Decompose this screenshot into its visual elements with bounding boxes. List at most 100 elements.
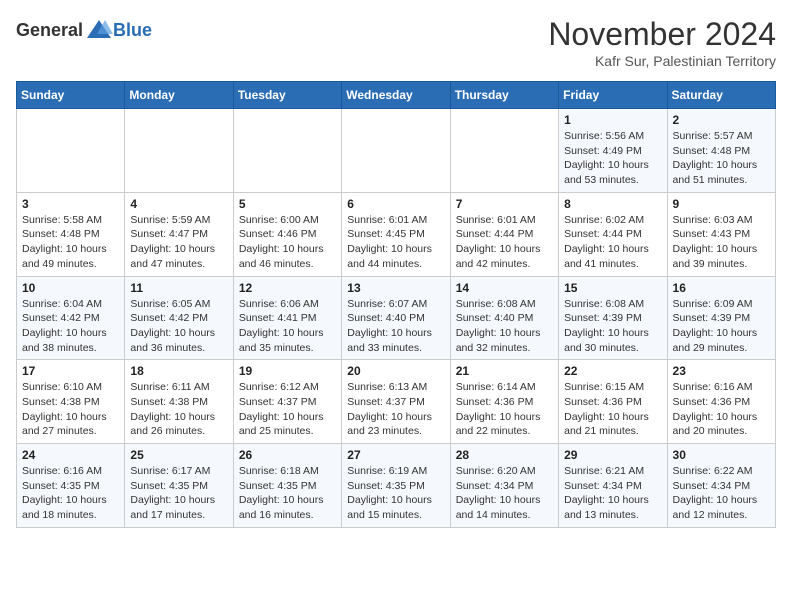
day-number: 22 [564,364,661,378]
day-number: 4 [130,197,227,211]
calendar-cell: 14 Sunrise: 6:08 AMSunset: 4:40 PMDayligh… [450,276,558,360]
day-info: Sunrise: 6:15 AMSunset: 4:36 PMDaylight:… [564,380,661,439]
calendar-cell: 30 Sunrise: 6:22 AMSunset: 4:34 PMDayligh… [667,444,775,528]
weekday-header-wednesday: Wednesday [342,82,450,109]
day-info: Sunrise: 6:08 AMSunset: 4:39 PMDaylight:… [564,297,661,356]
calendar-header: SundayMondayTuesdayWednesdayThursdayFrid… [17,82,776,109]
calendar-cell: 8 Sunrise: 6:02 AMSunset: 4:44 PMDaylight… [559,192,667,276]
day-info: Sunrise: 6:05 AMSunset: 4:42 PMDaylight:… [130,297,227,356]
calendar-cell [233,109,341,193]
day-number: 28 [456,448,553,462]
day-info: Sunrise: 6:20 AMSunset: 4:34 PMDaylight:… [456,464,553,523]
day-info: Sunrise: 6:01 AMSunset: 4:45 PMDaylight:… [347,213,444,272]
day-info: Sunrise: 6:02 AMSunset: 4:44 PMDaylight:… [564,213,661,272]
calendar-cell: 25 Sunrise: 6:17 AMSunset: 4:35 PMDayligh… [125,444,233,528]
weekday-header-row: SundayMondayTuesdayWednesdayThursdayFrid… [17,82,776,109]
calendar-body: 1 Sunrise: 5:56 AMSunset: 4:49 PMDaylight… [17,109,776,528]
calendar-cell: 19Sunrise: 6:12 AMSunset: 4:37 PMDayligh… [233,360,341,444]
calendar-week-1: 1 Sunrise: 5:56 AMSunset: 4:49 PMDaylight… [17,109,776,193]
day-number: 18 [130,364,227,378]
calendar-cell: 4Sunrise: 5:59 AMSunset: 4:47 PMDaylight… [125,192,233,276]
calendar-cell: 7 Sunrise: 6:01 AMSunset: 4:44 PMDaylight… [450,192,558,276]
day-info: Sunrise: 6:04 AMSunset: 4:42 PMDaylight:… [22,297,119,356]
weekday-header-saturday: Saturday [667,82,775,109]
calendar-cell: 12Sunrise: 6:06 AMSunset: 4:41 PMDayligh… [233,276,341,360]
calendar-cell: 11Sunrise: 6:05 AMSunset: 4:42 PMDayligh… [125,276,233,360]
calendar-week-3: 10 Sunrise: 6:04 AMSunset: 4:42 PMDayligh… [17,276,776,360]
day-info: Sunrise: 6:11 AMSunset: 4:38 PMDaylight:… [130,380,227,439]
day-info: Sunrise: 6:21 AMSunset: 4:34 PMDaylight:… [564,464,661,523]
calendar-cell: 22 Sunrise: 6:15 AMSunset: 4:36 PMDayligh… [559,360,667,444]
calendar-cell: 28 Sunrise: 6:20 AMSunset: 4:34 PMDayligh… [450,444,558,528]
calendar-cell: 15 Sunrise: 6:08 AMSunset: 4:39 PMDayligh… [559,276,667,360]
calendar-cell: 5Sunrise: 6:00 AMSunset: 4:46 PMDaylight… [233,192,341,276]
weekday-header-friday: Friday [559,82,667,109]
day-info: Sunrise: 6:18 AMSunset: 4:35 PMDaylight:… [239,464,336,523]
logo-general-text: General [16,20,83,41]
logo: General Blue [16,16,152,44]
day-number: 13 [347,281,444,295]
day-number: 2 [673,113,770,127]
day-number: 10 [22,281,119,295]
weekday-header-tuesday: Tuesday [233,82,341,109]
day-number: 20 [347,364,444,378]
day-number: 29 [564,448,661,462]
day-number: 1 [564,113,661,127]
day-number: 26 [239,448,336,462]
calendar-cell: 6 Sunrise: 6:01 AMSunset: 4:45 PMDaylight… [342,192,450,276]
day-info: Sunrise: 6:01 AMSunset: 4:44 PMDaylight:… [456,213,553,272]
day-info: Sunrise: 6:17 AMSunset: 4:35 PMDaylight:… [130,464,227,523]
day-info: Sunrise: 6:09 AMSunset: 4:39 PMDaylight:… [673,297,770,356]
day-number: 25 [130,448,227,462]
day-number: 19 [239,364,336,378]
month-title: November 2024 [548,16,776,53]
location-title: Kafr Sur, Palestinian Territory [548,53,776,69]
day-number: 9 [673,197,770,211]
calendar-cell: 2Sunrise: 5:57 AMSunset: 4:48 PMDaylight… [667,109,775,193]
day-info: Sunrise: 6:16 AMSunset: 4:35 PMDaylight:… [22,464,119,523]
calendar-cell [125,109,233,193]
calendar-cell [450,109,558,193]
calendar-table: SundayMondayTuesdayWednesdayThursdayFrid… [16,81,776,528]
calendar-cell: 26 Sunrise: 6:18 AMSunset: 4:35 PMDayligh… [233,444,341,528]
day-number: 3 [22,197,119,211]
day-info: Sunrise: 6:06 AMSunset: 4:41 PMDaylight:… [239,297,336,356]
day-number: 8 [564,197,661,211]
weekday-header-thursday: Thursday [450,82,558,109]
calendar-week-5: 24Sunrise: 6:16 AMSunset: 4:35 PMDayligh… [17,444,776,528]
day-info: Sunrise: 5:58 AMSunset: 4:48 PMDaylight:… [22,213,119,272]
day-number: 7 [456,197,553,211]
day-number: 30 [673,448,770,462]
day-info: Sunrise: 5:56 AMSunset: 4:49 PMDaylight:… [564,129,661,188]
day-number: 27 [347,448,444,462]
calendar-cell: 1 Sunrise: 5:56 AMSunset: 4:49 PMDaylight… [559,109,667,193]
day-info: Sunrise: 6:10 AMSunset: 4:38 PMDaylight:… [22,380,119,439]
calendar-cell: 20Sunrise: 6:13 AMSunset: 4:37 PMDayligh… [342,360,450,444]
day-number: 21 [456,364,553,378]
calendar-cell: 17 Sunrise: 6:10 AMSunset: 4:38 PMDayligh… [17,360,125,444]
calendar-cell: 23 Sunrise: 6:16 AMSunset: 4:36 PMDayligh… [667,360,775,444]
calendar-cell: 24Sunrise: 6:16 AMSunset: 4:35 PMDayligh… [17,444,125,528]
day-info: Sunrise: 6:19 AMSunset: 4:35 PMDaylight:… [347,464,444,523]
logo-icon [85,16,113,44]
day-number: 17 [22,364,119,378]
day-number: 14 [456,281,553,295]
day-info: Sunrise: 6:07 AMSunset: 4:40 PMDaylight:… [347,297,444,356]
calendar-cell: 27 Sunrise: 6:19 AMSunset: 4:35 PMDayligh… [342,444,450,528]
calendar-cell [342,109,450,193]
page-header: General Blue November 2024 Kafr Sur, Pal… [16,16,776,69]
calendar-cell: 3 Sunrise: 5:58 AMSunset: 4:48 PMDaylight… [17,192,125,276]
day-number: 6 [347,197,444,211]
day-info: Sunrise: 6:22 AMSunset: 4:34 PMDaylight:… [673,464,770,523]
day-number: 15 [564,281,661,295]
day-info: Sunrise: 6:16 AMSunset: 4:36 PMDaylight:… [673,380,770,439]
day-info: Sunrise: 6:08 AMSunset: 4:40 PMDaylight:… [456,297,553,356]
calendar-cell [17,109,125,193]
calendar-cell: 16 Sunrise: 6:09 AMSunset: 4:39 PMDayligh… [667,276,775,360]
calendar-cell: 13 Sunrise: 6:07 AMSunset: 4:40 PMDayligh… [342,276,450,360]
day-number: 23 [673,364,770,378]
calendar-cell: 10 Sunrise: 6:04 AMSunset: 4:42 PMDayligh… [17,276,125,360]
day-number: 16 [673,281,770,295]
day-info: Sunrise: 6:03 AMSunset: 4:43 PMDaylight:… [673,213,770,272]
day-info: Sunrise: 6:00 AMSunset: 4:46 PMDaylight:… [239,213,336,272]
